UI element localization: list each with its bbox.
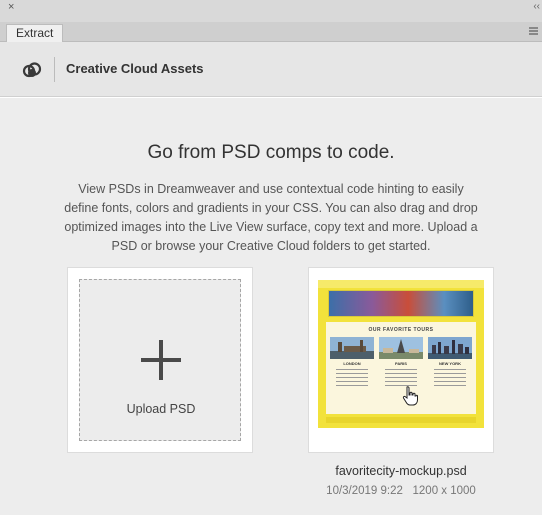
city-photo-paris [379, 337, 423, 359]
thumbnail-city-column: LONDON [330, 337, 374, 409]
thumbnail-city-label: LONDON [343, 361, 361, 366]
close-panel-icon[interactable]: × [8, 1, 14, 13]
text-line [434, 377, 466, 378]
panel-title-bar: × ‹‹ [0, 0, 542, 22]
text-line [434, 381, 466, 382]
text-line [336, 381, 368, 382]
thumbnail-content: OUR FAVORITE TOURS LONDON PARIS NEW YORK [326, 322, 476, 414]
thumbnail-city-label: NEW YORK [439, 361, 461, 366]
text-line [385, 373, 417, 374]
text-line [385, 369, 417, 370]
city-photo-london [330, 337, 374, 359]
thumbnail-city-column: NEW YORK [428, 337, 472, 409]
plus-icon-vertical [159, 340, 163, 380]
thumbnail-nav-bar [318, 280, 484, 288]
psd-file-date: 10/3/2019 9:22 [326, 485, 403, 497]
text-line [336, 377, 368, 378]
header-divider [54, 57, 55, 82]
hand-cursor-icon [402, 386, 418, 406]
panel-tab-strip: Extract [0, 22, 542, 43]
thumbnail-footer [326, 417, 476, 423]
tab-extract[interactable]: Extract [6, 24, 64, 43]
thumbnail-section-heading: OUR FAVORITE TOURS [368, 327, 434, 333]
psd-file-meta: 10/3/2019 9:22 1200 x 1000 [300, 485, 502, 497]
creative-cloud-icon[interactable] [22, 60, 42, 80]
header-title: Creative Cloud Assets [66, 61, 204, 76]
upload-psd-button[interactable]: Upload PSD [67, 267, 253, 453]
text-line [385, 377, 417, 378]
psd-file-name[interactable]: favoritecity-mockup.psd [300, 464, 502, 478]
extract-content: Go from PSD comps to code. View PSDs in … [0, 98, 542, 515]
text-line [434, 373, 466, 374]
thumbnail-city-label: PARIS [395, 361, 407, 366]
page-headline: Go from PSD comps to code. [147, 142, 395, 163]
intro-description: View PSDs in Dreamweaver and use context… [64, 182, 478, 253]
panel-menu-icon[interactable] [529, 27, 538, 35]
psd-file-dimensions: 1200 x 1000 [412, 485, 476, 497]
city-photo-new-york [428, 337, 472, 359]
upload-psd-label: Upload PSD [126, 402, 196, 416]
thumbnail-banner [328, 290, 474, 317]
text-line [336, 385, 368, 386]
text-line [434, 369, 466, 370]
text-line [434, 385, 466, 386]
psd-thumbnail-card[interactable]: OUR FAVORITE TOURS LONDON PARIS NEW YORK [308, 267, 494, 453]
text-line [336, 373, 368, 374]
upload-drop-zone[interactable]: Upload PSD [79, 279, 241, 441]
text-line [336, 369, 368, 370]
assets-header: Creative Cloud Assets [0, 42, 542, 97]
psd-thumbnail[interactable]: OUR FAVORITE TOURS LONDON PARIS NEW YORK [318, 280, 484, 428]
collapse-panel-icon[interactable]: ‹‹ [533, 1, 540, 13]
text-line [385, 381, 417, 382]
